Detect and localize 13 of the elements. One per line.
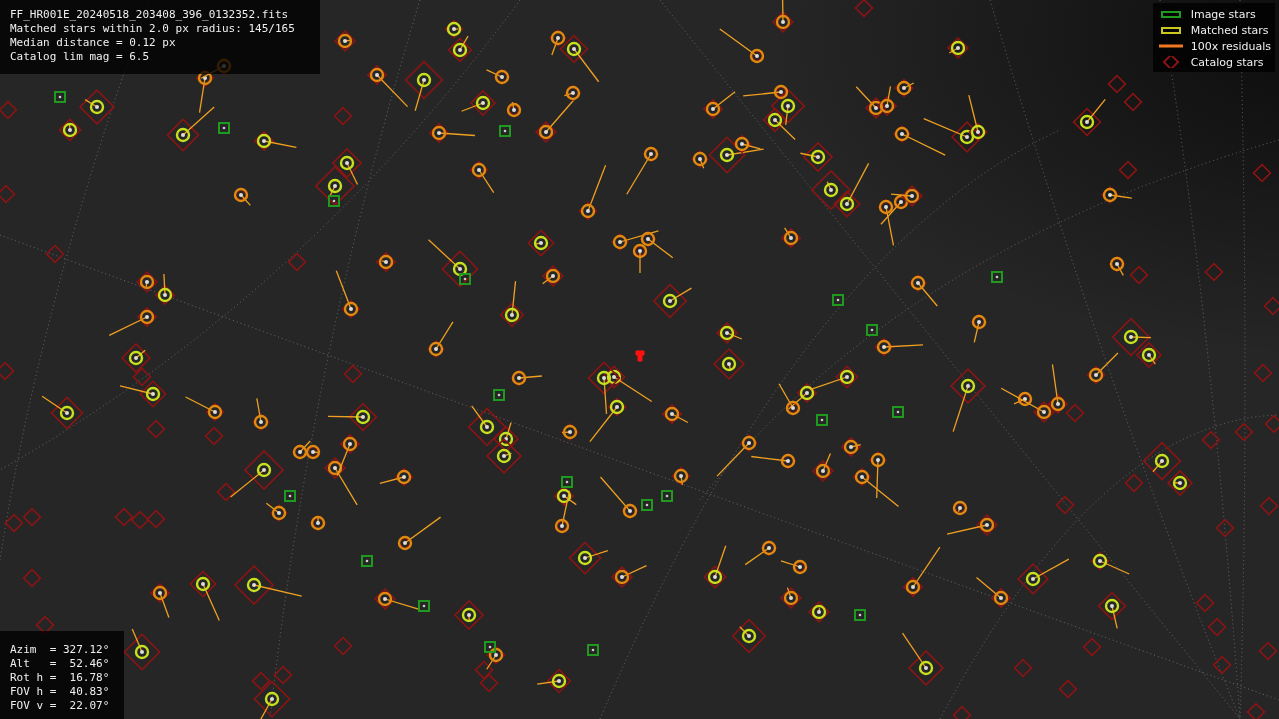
legend-label: Catalog stars xyxy=(1190,55,1264,69)
legend-label: Matched stars xyxy=(1190,23,1269,37)
pointing-text: Rot h = 16.78° xyxy=(10,671,111,685)
info-text: Catalog lim mag = 6.5 xyxy=(10,50,151,64)
pointing-text: FOV h = 40.83° xyxy=(10,685,111,699)
info-text: Median distance = 0.12 px xyxy=(10,36,177,50)
legend-label: Image stars xyxy=(1190,7,1256,21)
legend-label: 100x residuals xyxy=(1190,39,1271,53)
info-text: FF_HR001E_20240518_203408_396_0132352.fits xyxy=(10,8,290,22)
pointing-text: Alt = 52.46° xyxy=(10,657,111,671)
info-text: Matched stars within 2.0 px radius: 145/165 xyxy=(10,22,296,36)
pointing-text: Azim = 327.12° xyxy=(10,643,111,657)
pointing-text: FOV v = 22.07° xyxy=(10,699,111,713)
